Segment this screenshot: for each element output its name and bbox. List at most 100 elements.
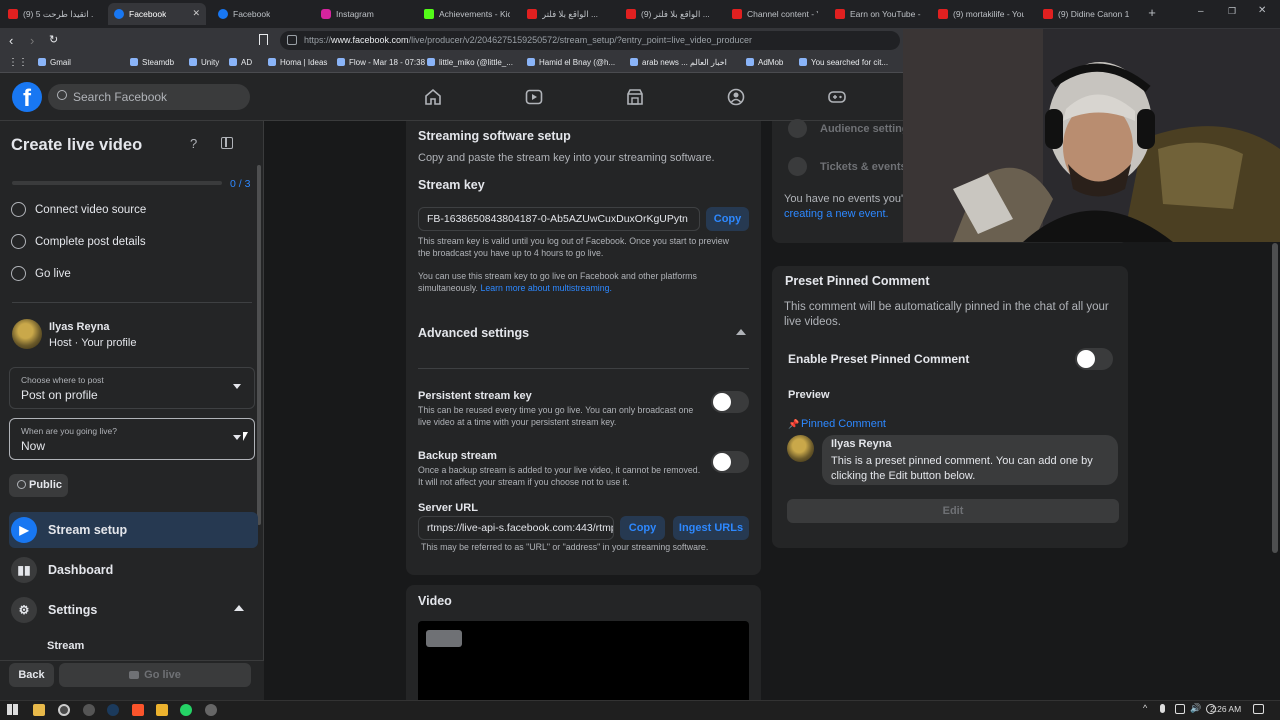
forward-arrow-icon[interactable]: › bbox=[30, 33, 34, 48]
when-going-live-select[interactable]: When are you going live? Now bbox=[9, 418, 255, 460]
close-tab-icon[interactable]: ✕ bbox=[192, 8, 200, 19]
address-bar[interactable]: https://www.facebook.com/live/producer/v… bbox=[280, 31, 900, 50]
site-settings-icon[interactable] bbox=[287, 35, 297, 45]
browser-tab[interactable]: Channel content - Y bbox=[726, 3, 824, 25]
menu-label: Stream setup bbox=[48, 523, 128, 537]
bookmark-label: Gmail bbox=[50, 58, 71, 67]
browser-tab[interactable]: (9) mortakilife - You bbox=[932, 3, 1030, 25]
browser-tab[interactable]: (9) Didine Canon 16 bbox=[1037, 3, 1135, 25]
facebook-logo-icon[interactable]: f bbox=[12, 82, 42, 112]
menu-stream-setup[interactable]: ▶ Stream setup bbox=[9, 512, 258, 548]
menu-dashboard[interactable]: ▮▮ Dashboard bbox=[9, 552, 258, 588]
bookmark-item[interactable]: Homa | Ideas bbox=[268, 58, 327, 67]
browser-tab[interactable]: (9) الواقع بلا فلتر ... bbox=[620, 3, 718, 25]
radio-icon bbox=[11, 234, 26, 249]
ingest-urls-button[interactable]: Ingest URLs bbox=[673, 516, 749, 540]
divider bbox=[418, 368, 749, 369]
step-go-live[interactable]: Go live bbox=[11, 266, 71, 281]
apps-grid-icon[interactable]: ⋮⋮ bbox=[8, 57, 28, 68]
groups-icon[interactable] bbox=[727, 88, 745, 106]
bookmark-item[interactable]: AD bbox=[229, 58, 252, 67]
bookmark-item[interactable]: AdMob bbox=[746, 58, 783, 67]
browser-tab[interactable]: Facebook ✕ bbox=[108, 3, 206, 25]
notifications-icon[interactable] bbox=[1253, 704, 1264, 714]
backup-stream-toggle[interactable] bbox=[711, 451, 749, 473]
file-explorer-icon[interactable] bbox=[33, 704, 45, 716]
bookmark-icon[interactable] bbox=[259, 34, 268, 45]
step-connect-video-source[interactable]: Connect video source bbox=[11, 202, 146, 217]
when-going-live-label: When are you going live? bbox=[21, 426, 117, 436]
maximize-button[interactable]: ❐ bbox=[1228, 6, 1238, 16]
browser-tab[interactable]: Earn on YouTube - Y bbox=[829, 3, 927, 25]
brave-icon[interactable] bbox=[132, 704, 144, 716]
chrome-icon[interactable] bbox=[58, 704, 70, 716]
bookmark-item[interactable]: arab news ... اخبار العالم bbox=[630, 58, 727, 67]
bookmark-item[interactable]: Hamid el Bnay (@h... bbox=[527, 58, 615, 67]
volume-icon[interactable]: 🔊 bbox=[1190, 703, 1201, 714]
audience-settings-label[interactable]: Audience settings bbox=[820, 123, 915, 135]
tickets-events-label[interactable]: Tickets & events bbox=[820, 161, 907, 173]
network-icon[interactable] bbox=[1175, 704, 1185, 714]
start-icon[interactable] bbox=[7, 704, 18, 715]
back-button[interactable]: Back bbox=[9, 663, 54, 687]
copy-stream-key-button[interactable]: Copy bbox=[706, 207, 749, 231]
reload-icon[interactable]: ↻ bbox=[49, 33, 58, 46]
tray-chevron-icon[interactable]: ^ bbox=[1143, 703, 1147, 713]
watch-icon[interactable] bbox=[525, 88, 543, 106]
page-scrollbar[interactable] bbox=[1272, 243, 1278, 553]
url-path: /live/producer/v2/2046275159250572/strea… bbox=[408, 35, 753, 45]
copy-server-url-button[interactable]: Copy bbox=[620, 516, 665, 540]
stream-key-input[interactable]: FB-1638650843804187-0-Ab5AZUwCuxDuxOrKgU… bbox=[418, 207, 700, 231]
browser-tab[interactable]: Instagram bbox=[315, 3, 413, 25]
bookmark-item[interactable]: Gmail bbox=[38, 58, 71, 67]
enable-pinned-toggle[interactable] bbox=[1075, 348, 1113, 370]
collapse-panel-icon[interactable] bbox=[221, 137, 233, 149]
bookmark-favicon-icon bbox=[427, 58, 435, 66]
radio-icon bbox=[11, 266, 26, 281]
step-complete-post-details[interactable]: Complete post details bbox=[11, 234, 146, 249]
settings-app-icon[interactable] bbox=[205, 704, 217, 716]
bookmark-item[interactable]: Unity bbox=[189, 58, 219, 67]
clock[interactable]: 2:26 AM bbox=[1210, 704, 1241, 714]
help-icon[interactable]: ? bbox=[190, 136, 197, 151]
marketplace-icon[interactable] bbox=[626, 88, 644, 106]
create-event-link[interactable]: creating a new event. bbox=[784, 208, 889, 220]
edit-button[interactable]: Edit bbox=[787, 499, 1119, 523]
browser-tab[interactable]: Facebook bbox=[212, 3, 310, 25]
sidebar-scrollbar[interactable] bbox=[257, 165, 261, 525]
go-live-label: Go live bbox=[144, 669, 181, 681]
chevron-up-icon[interactable] bbox=[736, 329, 746, 335]
minimize-button[interactable]: – bbox=[1198, 7, 1208, 17]
home-icon[interactable] bbox=[424, 88, 442, 106]
steam-icon[interactable] bbox=[107, 704, 119, 716]
commenter-name: Ilyas Reyna bbox=[831, 438, 892, 450]
server-url-input[interactable]: rtmps://live-api-s.facebook.com:443/rtmp… bbox=[418, 516, 614, 540]
browser-tab[interactable]: (9) اتقيدا طرحت 5 ... bbox=[2, 3, 100, 25]
video-preview bbox=[418, 621, 749, 700]
advanced-settings-label: Advanced settings bbox=[418, 326, 530, 340]
gaming-icon[interactable] bbox=[828, 88, 846, 106]
menu-settings[interactable]: ⚙ Settings bbox=[9, 592, 258, 628]
pinned-title: Preset Pinned Comment bbox=[785, 274, 930, 288]
bookmark-item[interactable]: You searched for cit... bbox=[799, 58, 888, 67]
close-window-button[interactable]: ✕ bbox=[1258, 6, 1268, 16]
browser-tab[interactable]: الواقع بلا فلتر ... bbox=[521, 3, 619, 25]
back-arrow-icon[interactable]: ‹ bbox=[9, 33, 13, 48]
slack-icon[interactable] bbox=[156, 704, 168, 716]
learn-more-link[interactable]: Learn more about multistreaming. bbox=[480, 283, 612, 293]
where-to-post-select[interactable]: Choose where to post Post on profile bbox=[9, 367, 255, 409]
audience-button[interactable]: Public bbox=[9, 474, 68, 497]
bookmark-item[interactable]: little_miko (@little_... bbox=[427, 58, 513, 67]
obs-icon[interactable] bbox=[83, 704, 95, 716]
go-live-button[interactable]: Go live bbox=[59, 663, 251, 687]
submenu-stream[interactable]: Stream bbox=[47, 640, 84, 652]
search-input[interactable]: Search Facebook bbox=[48, 84, 250, 110]
microphone-icon[interactable] bbox=[1160, 704, 1165, 713]
whatsapp-icon[interactable] bbox=[180, 704, 192, 716]
browser-tab[interactable]: Achievements - Kick bbox=[418, 3, 516, 25]
new-tab-button[interactable]: + bbox=[1145, 6, 1159, 20]
bookmark-item[interactable]: Flow - Mar 18 - 07:38 bbox=[337, 58, 425, 67]
persistent-key-toggle[interactable] bbox=[711, 391, 749, 413]
bookmark-item[interactable]: Steamdb bbox=[130, 58, 174, 67]
when-going-live-value: Now bbox=[21, 439, 46, 453]
